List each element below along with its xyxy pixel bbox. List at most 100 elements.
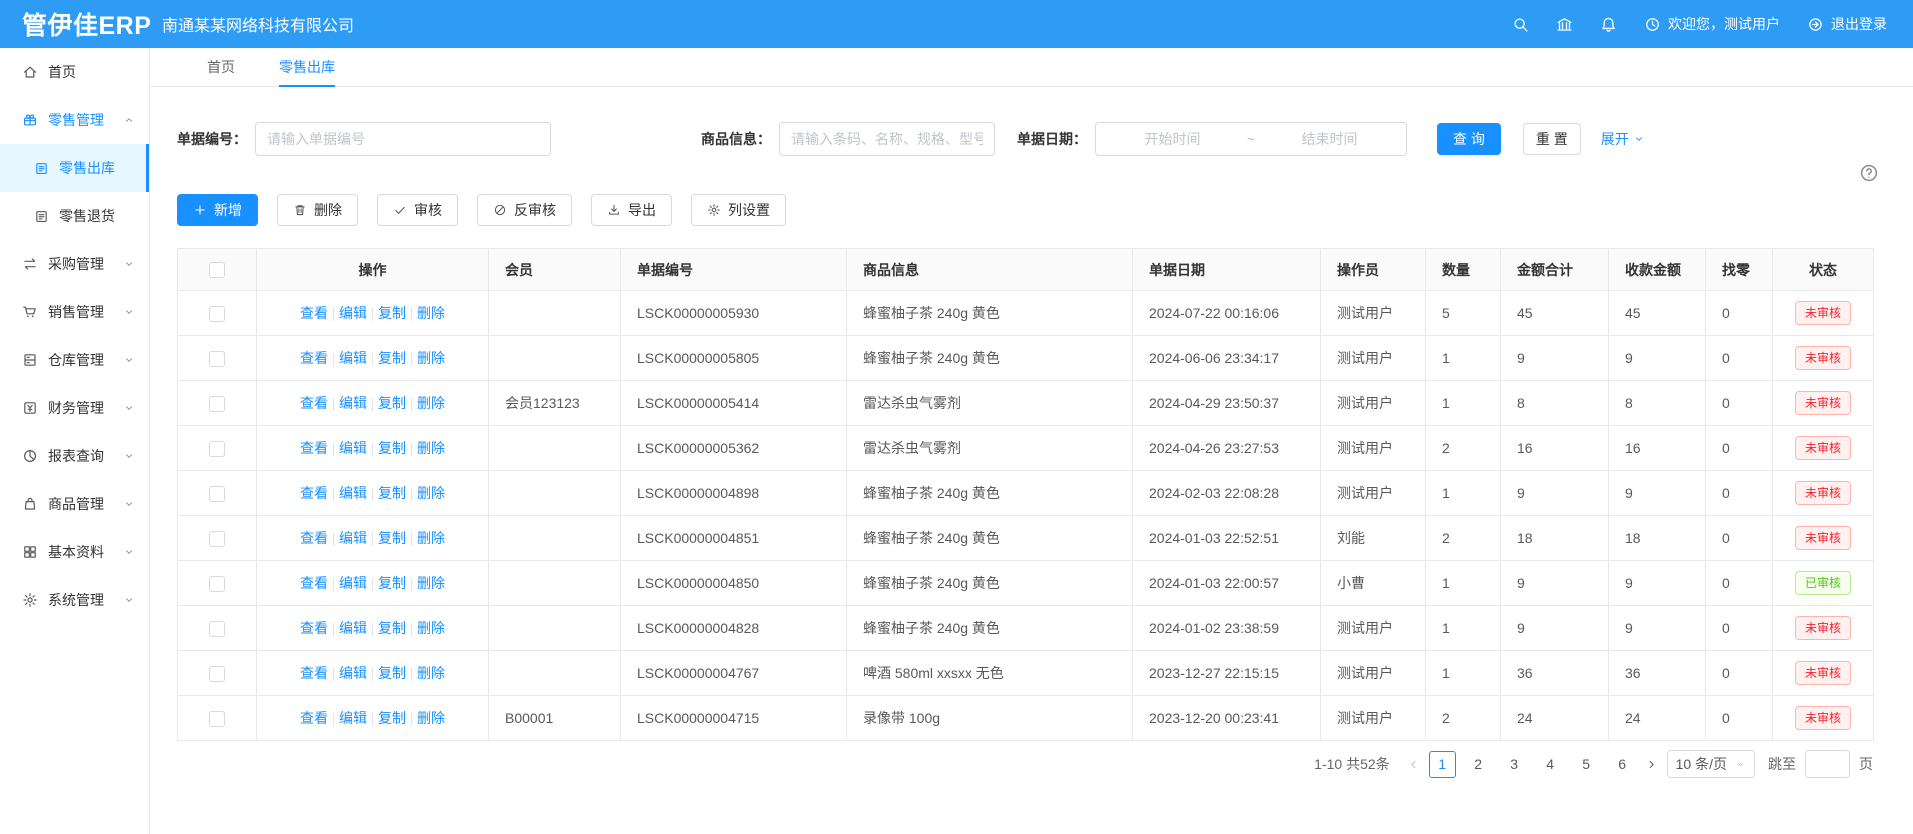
op-edit-link[interactable]: 编辑 (339, 620, 367, 636)
column-settings-button[interactable]: 列设置 (691, 194, 786, 226)
query-button[interactable]: 查 询 (1437, 123, 1501, 155)
sidebar-item-purchase-management[interactable]: 采购管理 (0, 240, 149, 288)
cell-change: 0 (1706, 471, 1773, 516)
sidebar-item-retail-outbound[interactable]: 零售出库 (0, 144, 149, 192)
op-view-link[interactable]: 查看 (300, 305, 328, 321)
sidebar-item-home[interactable]: 首页 (0, 48, 149, 96)
prev-page-button[interactable] (1407, 758, 1420, 771)
sidebar-item-finance-management[interactable]: 财务管理 (0, 384, 149, 432)
delete-button[interactable]: 删除 (277, 194, 358, 226)
op-view-link[interactable]: 查看 (300, 665, 328, 681)
op-view-link[interactable]: 查看 (300, 620, 328, 636)
row-checkbox[interactable] (209, 621, 225, 637)
op-copy-link[interactable]: 复制 (378, 305, 406, 321)
op-copy-link[interactable]: 复制 (378, 350, 406, 366)
op-edit-link[interactable]: 编辑 (339, 350, 367, 366)
op-delete-link[interactable]: 删除 (417, 350, 445, 366)
op-edit-link[interactable]: 编辑 (339, 305, 367, 321)
op-copy-link[interactable]: 复制 (378, 485, 406, 501)
sidebar-item-basic-data[interactable]: 基本资料 (0, 528, 149, 576)
op-view-link[interactable]: 查看 (300, 710, 328, 726)
row-checkbox[interactable] (209, 711, 225, 727)
op-copy-link[interactable]: 复制 (378, 530, 406, 546)
sidebar-item-report-query[interactable]: 报表查询 (0, 432, 149, 480)
select-all-checkbox[interactable] (209, 262, 225, 278)
page-6[interactable]: 6 (1609, 751, 1636, 778)
chevron-down-icon (123, 258, 135, 270)
unaudit-button[interactable]: 反审核 (477, 194, 572, 226)
op-delete-link[interactable]: 删除 (417, 395, 445, 411)
page-5[interactable]: 5 (1573, 751, 1600, 778)
next-page-button[interactable] (1645, 758, 1658, 771)
product-input[interactable] (779, 122, 995, 156)
sidebar-item-retail-return[interactable]: 零售退货 (0, 192, 149, 240)
op-edit-link[interactable]: 编辑 (339, 530, 367, 546)
date-start-input[interactable] (1104, 131, 1241, 147)
export-button[interactable]: 导出 (591, 194, 672, 226)
op-delete-link[interactable]: 删除 (417, 665, 445, 681)
sidebar-item-warehouse-management[interactable]: 仓库管理 (0, 336, 149, 384)
row-checkbox[interactable] (209, 351, 225, 367)
op-edit-link[interactable]: 编辑 (339, 665, 367, 681)
row-checkbox[interactable] (209, 486, 225, 502)
op-divider (411, 308, 412, 321)
audit-button[interactable]: 审核 (377, 194, 458, 226)
op-delete-link[interactable]: 删除 (417, 620, 445, 636)
page-size-select[interactable]: 10 条/页 (1667, 750, 1755, 778)
sidebar-item-system-management[interactable]: 系统管理 (0, 576, 149, 624)
op-copy-link[interactable]: 复制 (378, 620, 406, 636)
tab-home[interactable]: 首页 (207, 48, 235, 87)
op-view-link[interactable]: 查看 (300, 485, 328, 501)
notification-bell-icon[interactable] (1600, 16, 1617, 33)
bill-no-input[interactable] (255, 122, 551, 156)
date-range-picker[interactable]: ~ (1095, 122, 1407, 156)
op-delete-link[interactable]: 删除 (417, 575, 445, 591)
op-delete-link[interactable]: 删除 (417, 485, 445, 501)
op-copy-link[interactable]: 复制 (378, 710, 406, 726)
row-checkbox[interactable] (209, 666, 225, 682)
tab-retail-outbound[interactable]: 零售出库 (279, 48, 335, 87)
row-checkbox[interactable] (209, 441, 225, 457)
row-checkbox[interactable] (209, 306, 225, 322)
jump-input[interactable] (1805, 750, 1850, 778)
op-delete-link[interactable]: 删除 (417, 305, 445, 321)
op-copy-link[interactable]: 复制 (378, 440, 406, 456)
sidebar-item-goods-management[interactable]: 商品管理 (0, 480, 149, 528)
op-view-link[interactable]: 查看 (300, 350, 328, 366)
op-delete-link[interactable]: 删除 (417, 530, 445, 546)
sidebar-item-sales-management[interactable]: 销售管理 (0, 288, 149, 336)
reset-button[interactable]: 重 置 (1523, 123, 1581, 155)
op-edit-link[interactable]: 编辑 (339, 440, 367, 456)
row-checkbox[interactable] (209, 531, 225, 547)
op-delete-link[interactable]: 删除 (417, 440, 445, 456)
op-edit-link[interactable]: 编辑 (339, 485, 367, 501)
platform-icon[interactable] (1556, 16, 1573, 33)
op-delete-link[interactable]: 删除 (417, 710, 445, 726)
search-icon[interactable] (1512, 16, 1529, 33)
op-copy-link[interactable]: 复制 (378, 395, 406, 411)
op-copy-link[interactable]: 复制 (378, 665, 406, 681)
page-3[interactable]: 3 (1501, 751, 1528, 778)
chevron-down-icon (1633, 133, 1645, 145)
op-edit-link[interactable]: 编辑 (339, 710, 367, 726)
op-view-link[interactable]: 查看 (300, 530, 328, 546)
op-view-link[interactable]: 查看 (300, 575, 328, 591)
cell-qty: 1 (1426, 651, 1501, 696)
help-icon[interactable] (1859, 163, 1879, 183)
page-2[interactable]: 2 (1465, 751, 1492, 778)
sidebar-item-retail-management[interactable]: 零售管理 (0, 96, 149, 144)
page-4[interactable]: 4 (1537, 751, 1564, 778)
op-view-link[interactable]: 查看 (300, 395, 328, 411)
page-1[interactable]: 1 (1429, 751, 1456, 778)
row-checkbox[interactable] (209, 396, 225, 412)
op-edit-link[interactable]: 编辑 (339, 395, 367, 411)
op-copy-link[interactable]: 复制 (378, 575, 406, 591)
row-checkbox[interactable] (209, 576, 225, 592)
op-view-link[interactable]: 查看 (300, 440, 328, 456)
welcome-user[interactable]: 欢迎您，测试用户 (1644, 14, 1780, 34)
logout-button[interactable]: 退出登录 (1807, 14, 1887, 34)
add-button[interactable]: 新增 (177, 194, 258, 226)
op-edit-link[interactable]: 编辑 (339, 575, 367, 591)
expand-link[interactable]: 展开 (1601, 129, 1645, 149)
date-end-input[interactable] (1261, 131, 1398, 147)
